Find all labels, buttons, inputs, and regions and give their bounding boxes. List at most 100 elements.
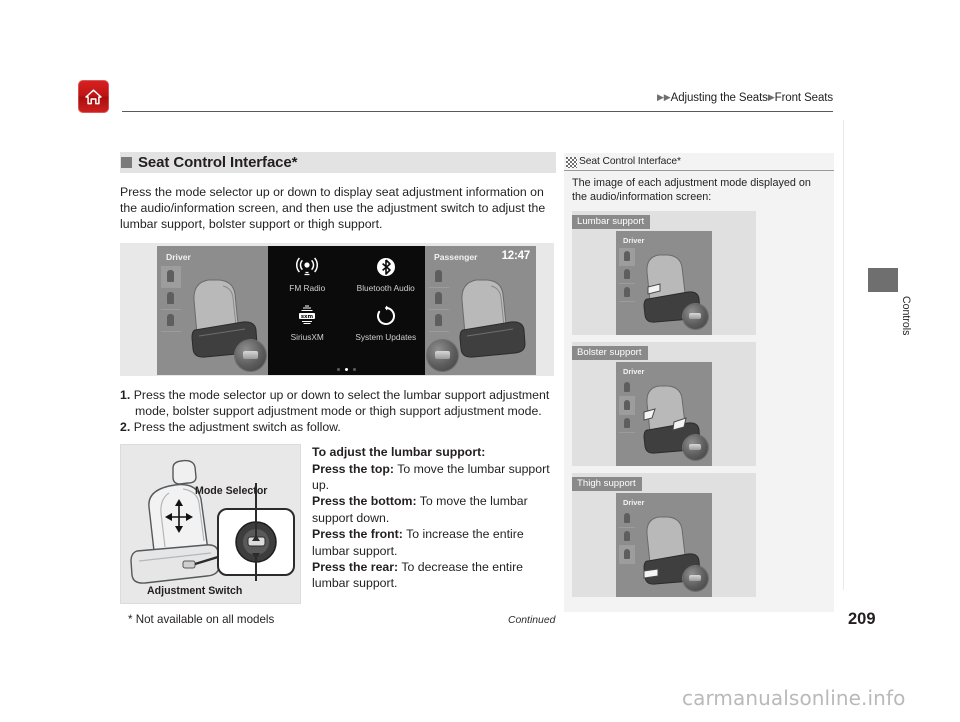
seat-adjustment-section: Mode Selector Adjustment Switch To adjus…: [120, 444, 556, 605]
knob-illustration: [683, 435, 708, 460]
mode-icons: [619, 379, 635, 433]
app-label: SiriusXM: [290, 331, 324, 342]
passenger-label: Passenger: [434, 251, 478, 262]
lumbar-item-label: Press the front:: [312, 527, 403, 542]
passenger-seat-illustration: [459, 279, 526, 358]
panel-figure: Driver: [616, 231, 712, 335]
mode-icon-bolster[interactable]: [619, 528, 635, 546]
lumbar-item-label: Press the top:: [312, 461, 394, 476]
continued-label: Continued: [508, 615, 556, 626]
panel-figure: Driver: [616, 362, 712, 466]
sidebar-note: Seat Control Interface* The image of eac…: [564, 153, 834, 612]
apps-pane: FM Radio Bluetooth Audio sxm SiriusXM Sy…: [268, 245, 425, 375]
hatched-square-icon: [566, 157, 577, 168]
watermark: carmanualsonline.info: [682, 686, 906, 710]
mode-icon-lumbar[interactable]: [161, 265, 181, 288]
step-number: 1.: [120, 387, 131, 402]
mode-icon-thigh[interactable]: [619, 284, 635, 302]
step-item: 2. Press the adjustment switch as follow…: [120, 419, 556, 435]
sidebar-panel-thigh: Thigh support Driver: [572, 473, 756, 597]
page-dots[interactable]: [268, 367, 425, 371]
app-label: FM Radio: [289, 282, 326, 293]
mode-icon-bolster[interactable]: [619, 266, 635, 284]
page-dot-1[interactable]: [337, 367, 340, 371]
breadcrumb-level-1[interactable]: Adjusting the Seats: [671, 92, 768, 104]
driver-label: Driver: [623, 367, 645, 376]
lumbar-instructions: To adjust the lumbar support: Press the …: [312, 444, 555, 592]
page-number: 209: [848, 610, 876, 628]
home-icon: [84, 88, 103, 106]
lumbar-item: Press the front: To increase the entire …: [312, 526, 555, 559]
footnote: * Not available on all models: [128, 613, 275, 626]
screen-inner: Driver FM Radio Bluetooth Audio sxm Siri…: [157, 245, 536, 375]
driver-label: Driver: [623, 498, 645, 507]
step-number: 2.: [120, 420, 131, 435]
intro-paragraph: Press the mode selector up or down to di…: [120, 185, 546, 232]
step-list: 1. Press the mode selector up or down to…: [120, 387, 556, 436]
seat-controls-figure: Mode Selector Adjustment Switch: [120, 444, 301, 605]
step-text: Press the mode selector up or down to se…: [133, 387, 550, 418]
audio-information-screen-figure: Driver FM Radio Bluetooth Audio sxm Siri…: [120, 242, 554, 376]
mode-icon-thigh[interactable]: [619, 415, 635, 433]
sidebar-title: Seat Control Interface*: [579, 156, 681, 167]
mode-icon-bolster[interactable]: [619, 397, 635, 415]
app-grid: FM Radio Bluetooth Audio sxm SiriusXM Sy…: [268, 254, 425, 342]
driver-label: Driver: [623, 236, 645, 245]
step-text: Press the adjustment switch as follow.: [133, 420, 341, 435]
mode-icon-lumbar[interactable]: [619, 379, 635, 397]
page-title: Seat Control Interface*: [138, 154, 298, 171]
mode-icons: [619, 510, 635, 564]
driver-mode-icons: [161, 265, 181, 332]
panel-caption: Lumbar support: [572, 215, 651, 229]
chapter-tab-label: Controls: [900, 296, 912, 336]
clock: 12:47: [501, 249, 531, 262]
page-dot-3[interactable]: [353, 367, 356, 371]
section-heading: Seat Control Interface*: [120, 152, 556, 173]
breadcrumb-level-2[interactable]: Front Seats: [775, 92, 833, 104]
step-item: 1. Press the mode selector up or down to…: [120, 387, 556, 419]
lumbar-item-label: Press the bottom:: [312, 494, 417, 509]
side-divider: [843, 120, 844, 590]
sidebar-panel-bolster: Bolster support Driver: [572, 342, 756, 466]
app-label: System Updates: [355, 331, 417, 342]
mode-icon-lumbar[interactable]: [619, 510, 635, 528]
passenger-seat-pane: Passenger 12:47: [425, 245, 536, 375]
sidebar-description: The image of each adjustment mode displa…: [572, 177, 811, 203]
header-divider: [122, 111, 833, 112]
lumbar-item: Press the top: To move the lumbar suppor…: [312, 461, 555, 494]
mode-icon-bolster[interactable]: [429, 288, 449, 310]
app-label: Bluetooth Audio: [356, 282, 415, 293]
mode-icon-thigh[interactable]: [619, 546, 635, 564]
home-button[interactable]: [78, 80, 109, 113]
main-content: Seat Control Interface* Press the mode s…: [120, 152, 556, 605]
app-system-updates[interactable]: System Updates: [347, 303, 426, 342]
page-dot-2[interactable]: [345, 367, 348, 371]
knob-illustration: [683, 304, 708, 329]
mode-icon-lumbar[interactable]: [619, 248, 635, 266]
seat-diagram-illustration: [130, 460, 295, 585]
breadcrumb-arrow-1: ▶: [656, 92, 664, 102]
driver-seat-pane: Driver: [157, 245, 268, 375]
app-fm-radio[interactable]: FM Radio: [268, 254, 347, 293]
bluetooth-icon: [347, 254, 426, 280]
mode-icons: [619, 248, 635, 302]
breadcrumb-arrow-3: ▶: [767, 92, 775, 102]
passenger-mode-icons: [429, 266, 449, 332]
system-updates-icon: [347, 303, 426, 329]
siriusxm-icon: sxm: [268, 303, 347, 329]
driver-knob-illustration: [235, 339, 266, 371]
sidebar-panel-lumbar: Lumbar support Driver: [572, 211, 756, 335]
svg-text:sxm: sxm: [301, 314, 314, 320]
app-siriusxm[interactable]: sxm SiriusXM: [268, 303, 347, 342]
page-header: ▶▶Adjusting the Seats▶Front Seats: [0, 0, 960, 118]
mode-icon-thigh[interactable]: [161, 310, 181, 332]
mode-icon-thigh[interactable]: [429, 310, 449, 332]
sidebar-header: Seat Control Interface*: [564, 153, 834, 168]
panel-caption: Thigh support: [572, 477, 642, 491]
app-bluetooth-audio[interactable]: Bluetooth Audio: [347, 254, 426, 293]
mode-icon-bolster[interactable]: [161, 288, 181, 310]
mode-icon-lumbar[interactable]: [429, 266, 449, 288]
chapter-tab-block: [868, 268, 898, 292]
lumbar-item-label: Press the rear:: [312, 560, 399, 575]
breadcrumb[interactable]: ▶▶Adjusting the Seats▶Front Seats: [657, 92, 833, 104]
